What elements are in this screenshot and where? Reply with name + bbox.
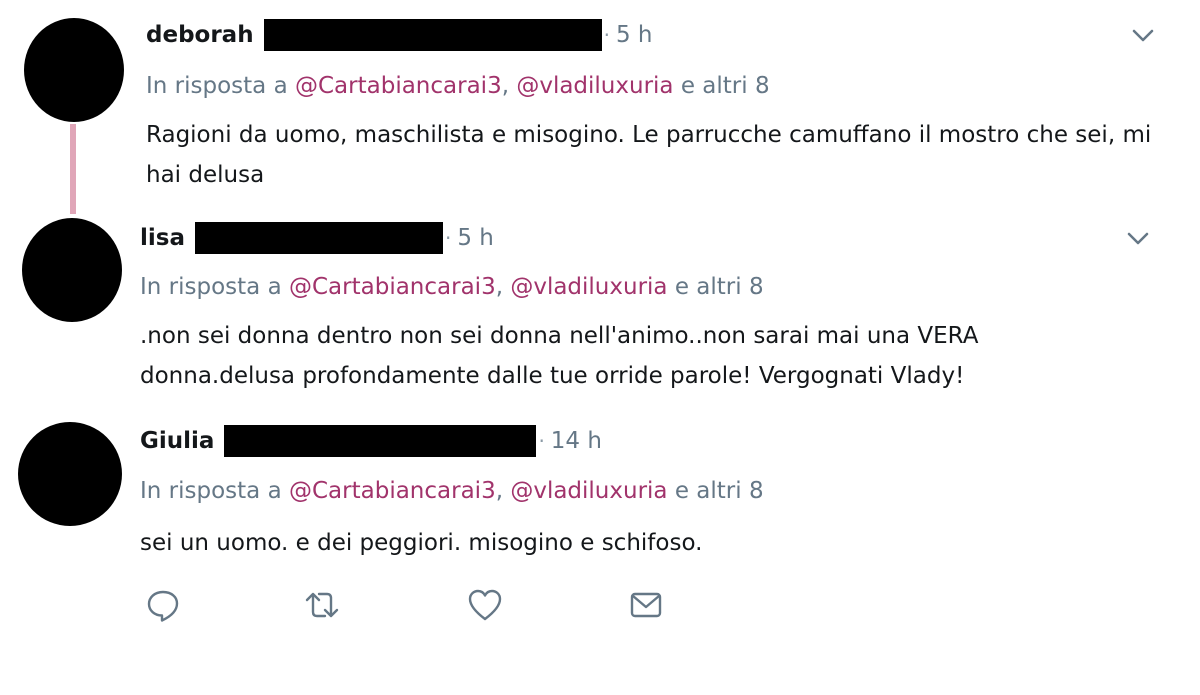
mention-link[interactable]: @Cartabiancarai3: [295, 73, 502, 99]
reply-context: In risposta a @Cartabiancarai3, @vladilu…: [140, 474, 764, 508]
username[interactable]: Giulia: [140, 428, 214, 454]
tweet-text: .non sei donna dentro non sei donna nell…: [140, 323, 979, 389]
reply-context: In risposta a @Cartabiancarai3, @vladilu…: [140, 270, 764, 304]
reply-others[interactable]: e altri 8: [675, 274, 764, 300]
redacted-handle: [194, 222, 443, 254]
username[interactable]: deborah: [146, 22, 254, 48]
mention-separator: ,: [495, 274, 504, 300]
mention-link[interactable]: @vladiluxuria: [510, 478, 667, 504]
reply-prefix: In risposta a: [146, 73, 288, 99]
retweet-icon[interactable]: [302, 585, 342, 625]
tweet-header: deborah · 5 h: [146, 15, 652, 55]
tweet-text: Ragioni da uomo, maschilista e misogino.…: [146, 122, 1152, 188]
reply-others[interactable]: e altri 8: [675, 478, 764, 504]
chevron-down-icon[interactable]: [1123, 223, 1153, 253]
dot-separator: ·: [538, 429, 545, 453]
tweet-header: Giulia · 14 h: [140, 421, 602, 461]
mention-link[interactable]: @vladiluxuria: [510, 274, 667, 300]
dot-separator: ·: [603, 23, 610, 47]
timestamp[interactable]: 5 h: [457, 225, 494, 251]
timestamp[interactable]: 5 h: [616, 22, 653, 48]
chevron-down-icon[interactable]: [1128, 20, 1158, 50]
reply-icon[interactable]: [143, 585, 183, 625]
avatar[interactable]: [22, 218, 122, 322]
avatar[interactable]: [24, 18, 124, 122]
heart-icon[interactable]: [465, 585, 505, 625]
dot-separator: ·: [444, 226, 452, 250]
mention-link[interactable]: @Cartabiancarai3: [289, 478, 496, 504]
reply-context: In risposta a @Cartabiancarai3, @vladilu…: [146, 69, 770, 103]
mention-link[interactable]: @vladiluxuria: [516, 73, 673, 99]
tweet-text: sei un uomo. e dei peggiori. misogino e …: [140, 530, 703, 556]
reply-others[interactable]: e altri 8: [681, 73, 770, 99]
thread-connector-line: [70, 124, 76, 214]
mention-separator: ,: [501, 73, 510, 99]
mention-separator: ,: [495, 478, 504, 504]
redacted-handle: [224, 425, 537, 457]
tweet-header: lisa · 5 h: [140, 218, 494, 258]
username[interactable]: lisa: [140, 225, 185, 251]
reply-prefix: In risposta a: [140, 478, 282, 504]
mention-link[interactable]: @Cartabiancarai3: [289, 274, 496, 300]
reply-prefix: In risposta a: [140, 274, 282, 300]
avatar[interactable]: [18, 422, 122, 526]
timestamp[interactable]: 14 h: [551, 428, 602, 454]
redacted-handle: [263, 19, 602, 51]
envelope-icon[interactable]: [626, 585, 666, 625]
